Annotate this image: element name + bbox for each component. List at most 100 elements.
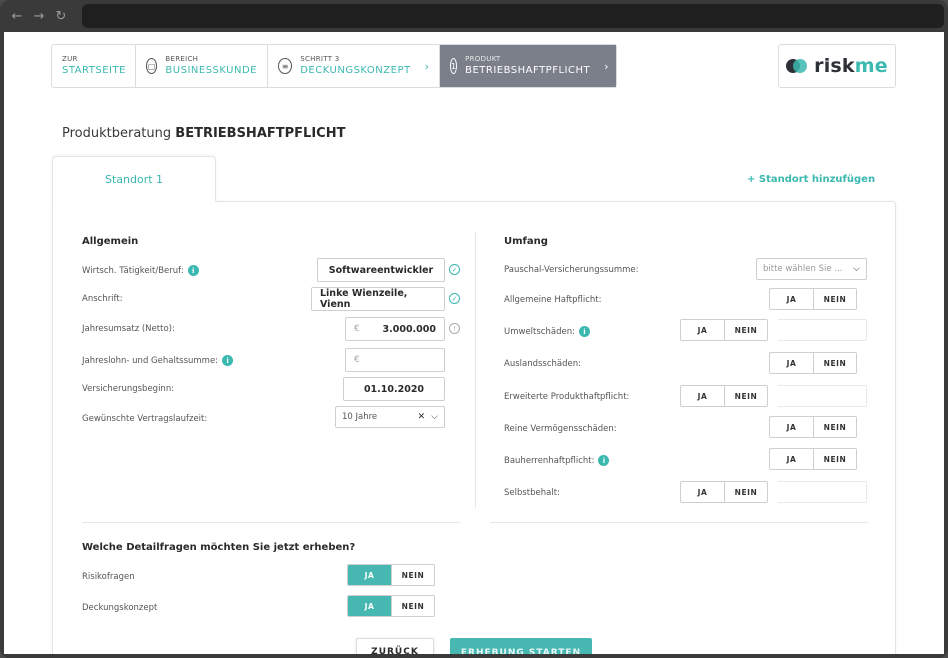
no-option[interactable]: NEIN <box>724 482 767 502</box>
yes-option[interactable]: JA <box>770 353 813 373</box>
umfang-row-label: Bauherrenhaftpflicht: i <box>504 455 610 466</box>
breadcrumb: ZUR STARTSEITE ▢ BEREICH BUSINESSKUNDE ≡… <box>51 44 617 88</box>
allgemein-heading: Allgemein <box>82 236 139 247</box>
anschrift-field[interactable]: Linke Wienzeile, Vienn <box>311 287 445 311</box>
riskme-logo: riskme <box>778 44 896 88</box>
start-button[interactable]: ERHEBUNG STARTEN <box>450 638 592 654</box>
umfang-row-label: Auslandsschäden: <box>504 359 581 369</box>
reload-icon[interactable]: ↻ <box>50 9 72 24</box>
forward-arrow-icon[interactable]: → <box>28 9 50 24</box>
deckung-toggle[interactable]: JA NEIN <box>347 595 435 617</box>
section-divider <box>82 522 460 523</box>
umsatz-value: 3.000.000 <box>382 323 437 335</box>
no-option[interactable]: NEIN <box>724 386 767 406</box>
extra-field[interactable] <box>778 319 867 341</box>
crumb-small: PRODUKT <box>465 55 501 63</box>
info-icon[interactable]: i <box>578 326 590 337</box>
info-outline-icon: ! <box>449 323 460 334</box>
gehalt-label: Jahreslohn- und Gehaltssumme: i <box>82 355 234 366</box>
chevron-right-icon: › <box>604 59 609 73</box>
yes-option[interactable]: JA <box>770 417 813 437</box>
yes-option[interactable]: JA <box>348 596 391 616</box>
umsatz-label: Jahresumsatz (Netto): <box>82 324 175 334</box>
deckung-label: Deckungskonzept <box>82 603 158 613</box>
crumb-big: STARTSEITE <box>62 65 126 76</box>
yes-no-toggle[interactable]: JA NEIN <box>769 288 857 310</box>
no-option[interactable]: NEIN <box>391 565 434 585</box>
chevron-right-icon: › <box>424 59 429 73</box>
extra-field[interactable] <box>778 481 867 503</box>
risiko-label: Risikofragen <box>82 572 135 582</box>
euro-sign: € <box>354 355 360 365</box>
crumb-small: SCHRITT 3 <box>300 55 340 63</box>
crumb-small: ZUR <box>62 55 78 63</box>
yes-no-toggle[interactable]: JA NEIN <box>680 319 768 341</box>
pauschal-label: Pauschal-Versicherungssumme: <box>504 265 639 275</box>
laufzeit-select[interactable]: 10 Jahre ✕ ⌵ <box>335 406 445 428</box>
euro-sign: € <box>354 324 360 334</box>
taetigkeit-field[interactable]: Softwareentwickler <box>317 258 445 282</box>
column-divider <box>475 232 476 508</box>
yes-option[interactable]: JA <box>681 482 724 502</box>
no-option[interactable]: NEIN <box>391 596 434 616</box>
no-option[interactable]: NEIN <box>813 449 856 469</box>
step-number-icon: 1 <box>450 58 458 74</box>
clear-icon[interactable]: ✕ <box>418 412 426 422</box>
checkmark-icon: ✓ <box>449 293 460 304</box>
no-option[interactable]: NEIN <box>813 289 856 309</box>
detail-heading: Welche Detailfragen möchten Sie jetzt er… <box>82 542 356 553</box>
crumb-big: BETRIEBSHAFTPFLICHT <box>465 65 591 76</box>
yes-option[interactable]: JA <box>681 320 724 340</box>
section-divider <box>490 522 868 523</box>
breadcrumb-product[interactable]: 1 PRODUKT BETRIEBSHAFTPFLICHT › <box>440 45 616 87</box>
back-button[interactable]: ZURÜCK <box>356 638 434 654</box>
logo-text: riskme <box>814 55 888 77</box>
chevron-down-icon[interactable]: ⌵ <box>853 264 860 274</box>
add-site-link[interactable]: + Standort hinzufügen <box>747 174 875 185</box>
yes-option[interactable]: JA <box>681 386 724 406</box>
back-arrow-icon[interactable]: ← <box>6 9 28 24</box>
umfang-row-label: Erweiterte Produkthaftpflicht: <box>504 392 630 402</box>
yes-option[interactable]: JA <box>348 565 391 585</box>
briefcase-icon: ▢ <box>146 58 158 74</box>
yes-option[interactable]: JA <box>770 289 813 309</box>
checkmark-icon: ✓ <box>449 264 460 275</box>
page: ZUR STARTSEITE ▢ BEREICH BUSINESSKUNDE ≡… <box>4 32 944 654</box>
info-icon[interactable]: i <box>187 265 199 276</box>
chevron-down-icon[interactable]: ⌵ <box>431 412 438 422</box>
yes-no-toggle[interactable]: JA NEIN <box>769 448 857 470</box>
yes-no-toggle[interactable]: JA NEIN <box>680 481 768 503</box>
beginn-field[interactable]: 01.10.2020 <box>343 377 445 401</box>
pauschal-placeholder: bitte wählen Sie ... <box>763 264 843 274</box>
info-icon[interactable]: i <box>222 355 234 366</box>
laufzeit-value: 10 Jahre <box>342 412 378 422</box>
yes-option[interactable]: JA <box>770 449 813 469</box>
gehalt-field[interactable]: € <box>345 348 445 372</box>
breadcrumb-business[interactable]: ▢ BEREICH BUSINESSKUNDE <box>136 45 268 87</box>
tab-standort-1[interactable]: Standort 1 <box>52 156 216 202</box>
logo-mark-icon <box>786 58 808 74</box>
umfang-row-label: Umweltschäden: i <box>504 326 590 337</box>
breadcrumb-home[interactable]: ZUR STARTSEITE <box>52 45 136 87</box>
umfang-row-label: Reine Vermögensschäden: <box>504 424 617 434</box>
taetigkeit-label: Wirtsch. Tätigkeit/Beruf: i <box>82 265 199 276</box>
no-option[interactable]: NEIN <box>813 417 856 437</box>
browser-toolbar: ← → ↻ <box>0 0 948 32</box>
yes-no-toggle[interactable]: JA NEIN <box>680 385 768 407</box>
risiko-toggle[interactable]: JA NEIN <box>347 564 435 586</box>
page-title: Produktberatung BETRIEBSHAFTPFLICHT <box>62 126 346 141</box>
address-bar[interactable] <box>82 4 944 28</box>
no-option[interactable]: NEIN <box>813 353 856 373</box>
crumb-small: BEREICH <box>165 55 199 63</box>
yes-no-toggle[interactable]: JA NEIN <box>769 352 857 374</box>
umsatz-field[interactable]: € 3.000.000 <box>345 317 445 341</box>
breadcrumb-coverage[interactable]: ≡ SCHRITT 3 DECKUNGSKONZEPT › <box>268 45 440 87</box>
info-icon[interactable]: i <box>598 455 610 466</box>
anschrift-label: Anschrift: <box>82 294 123 304</box>
extra-field[interactable] <box>778 385 867 407</box>
no-option[interactable]: NEIN <box>724 320 767 340</box>
pauschal-select[interactable]: bitte wählen Sie ... ⌵ <box>756 258 867 280</box>
yes-no-toggle[interactable]: JA NEIN <box>769 416 857 438</box>
umfang-row-label: Allgemeine Haftpflicht: <box>504 295 602 305</box>
beginn-label: Versicherungsbeginn: <box>82 384 175 394</box>
